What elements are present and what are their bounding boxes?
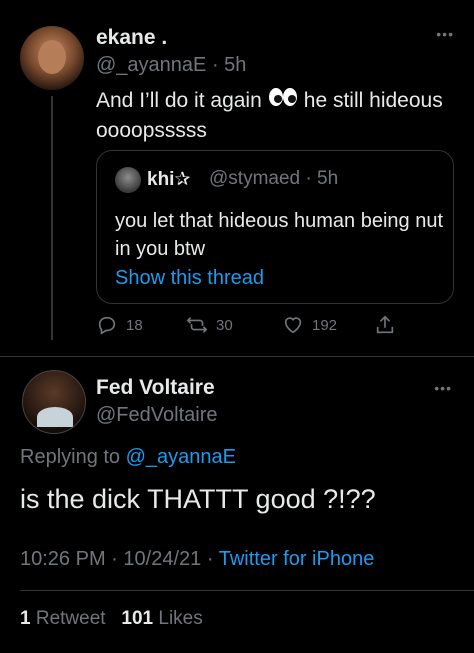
tweet-stats: 1 Retweet 101 Likes [20, 608, 203, 630]
replying-to: Replying to @_ayannaE [20, 446, 236, 469]
replying-to-handle-link[interactable]: @_ayannaE [126, 446, 236, 468]
quoted-tweet-card[interactable]: khi✰ @stymaed · 5h you let that hideous … [96, 150, 454, 304]
like-button[interactable]: 192 [282, 314, 337, 336]
share-icon [376, 315, 394, 334]
like-total: 101 [121, 608, 154, 629]
quoted-tweet-text: you let that hideous human being nut in … [115, 210, 444, 260]
author-handle-time[interactable]: @_ayannaE · 5h [96, 54, 246, 77]
retweet-button[interactable]: 30 [186, 314, 233, 336]
main-avatar[interactable] [22, 370, 86, 434]
reply-button[interactable]: 18 [96, 314, 143, 336]
retweet-count: 30 [216, 316, 233, 334]
parent-tweet[interactable]: ekane . @_ayannaE · 5h ••• And I’ll do i… [0, 0, 474, 360]
quoted-author-name-text: khi [147, 169, 175, 190]
divider [0, 356, 474, 357]
share-button[interactable] [374, 314, 396, 336]
quoted-tweet-time: · 5h [305, 168, 339, 189]
tweet-source-link[interactable]: Twitter for iPhone [219, 548, 375, 570]
sparkle-icon: ✰ [174, 169, 191, 190]
like-count: 192 [312, 316, 338, 334]
replying-to-prefix: Replying to [20, 446, 121, 468]
retweets-stat[interactable]: 1 Retweet [20, 608, 106, 629]
tweet-time: · 5h [211, 54, 247, 76]
tweet-date[interactable]: 10/24/21 [123, 548, 201, 570]
quoted-author-handle: @stymaed [209, 168, 301, 189]
retweet-total: 1 [20, 608, 31, 629]
heart-icon [284, 317, 302, 334]
quoted-handle-time[interactable]: @stymaed · 5h [209, 168, 338, 190]
main-author-name[interactable]: Fed Voltaire [96, 376, 215, 400]
meta-separator: · [111, 548, 118, 570]
main-author-handle[interactable]: @FedVoltaire [96, 404, 217, 427]
more-options-icon[interactable]: ••• [436, 26, 454, 42]
retweet-label: Retweet [35, 608, 106, 629]
like-label: Likes [158, 608, 203, 629]
tweet-timestamp[interactable]: 10:26 PM [20, 548, 106, 570]
retweet-icon [186, 317, 208, 333]
tweet-meta: 10:26 PM · 10/24/21 · Twitter for iPhone [20, 548, 374, 571]
reply-count: 18 [126, 316, 143, 334]
stats-divider [20, 590, 474, 591]
reply-icon [98, 316, 116, 335]
main-more-options-icon[interactable]: ••• [434, 380, 452, 396]
author-handle: @_ayannaE [96, 54, 207, 76]
tweet-actions: 18 30 192 [96, 314, 416, 340]
avatar[interactable] [20, 26, 84, 90]
meta-separator: · [206, 548, 214, 570]
show-thread-link[interactable]: Show this thread [115, 267, 264, 290]
quoted-avatar[interactable] [115, 167, 141, 193]
quoted-author-name[interactable]: khi✰ [147, 168, 190, 191]
eyes-emoji-icon [268, 86, 298, 116]
author-name[interactable]: ekane . [96, 26, 167, 50]
tweet-text-part1: And I’ll do it again [96, 89, 262, 112]
thread-connector-line [51, 96, 53, 340]
tweet-text: And I’ll do it again he still hideous ooo… [96, 86, 466, 146]
likes-stat[interactable]: 101 Likes [121, 608, 202, 629]
main-tweet-text: is the dick THATTT good ?!?? [20, 484, 376, 514]
